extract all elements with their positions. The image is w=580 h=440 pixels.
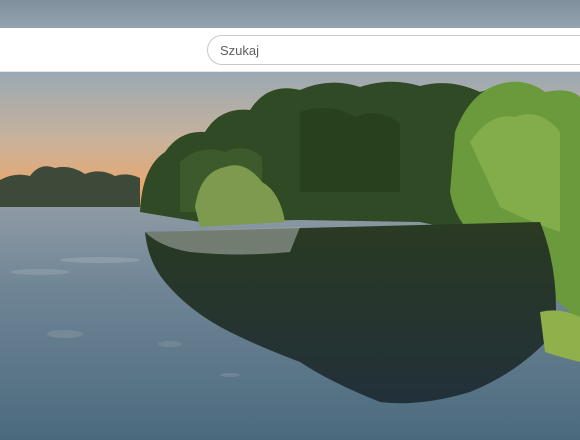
video-frame[interactable] [0, 72, 580, 440]
top-strip [0, 0, 580, 28]
landscape-photo-icon [0, 72, 580, 440]
search-bar [0, 28, 580, 72]
search-input[interactable] [207, 35, 580, 65]
